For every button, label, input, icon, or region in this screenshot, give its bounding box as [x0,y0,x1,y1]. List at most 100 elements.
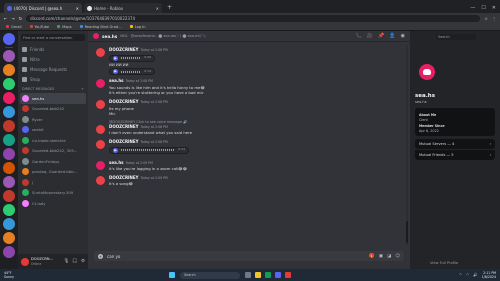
call-icon[interactable]: 📞 [356,33,362,39]
headphones-icon[interactable]: 🎧 [72,259,78,264]
add-dm-button[interactable]: + [81,87,84,91]
discord-app-icon[interactable] [274,272,281,278]
nav-friends[interactable]: Friends [18,44,88,54]
play-icon[interactable]: ▶ [113,69,118,75]
scrollbar-thumb[interactable] [406,221,408,243]
back-icon[interactable]: ← [4,16,7,21]
message-author[interactable]: DOOZCRINEY [109,124,139,129]
avatar[interactable] [96,99,105,109]
avatar[interactable] [96,124,105,134]
close-tab-icon[interactable]: ✕ [76,6,79,11]
mutual-servers-row[interactable]: Mutual Servers — 4 › [415,139,495,149]
avatar[interactable] [96,175,105,185]
message-author[interactable]: DOOZCRINEY [109,175,139,180]
voice-message[interactable]: ▶ 0:06 [109,54,155,62]
bookmark-reading[interactable]: Reading Bind Grad... [79,25,122,29]
nav-shop[interactable]: Shop [18,74,88,84]
server-icon[interactable] [3,204,15,216]
server-icon[interactable] [3,50,15,62]
profile-avatar[interactable] [416,61,438,83]
new-tab-button[interactable]: + [164,3,175,13]
avatar[interactable] [96,48,105,57]
reload-icon[interactable]: ↻ [19,16,22,21]
dm-item[interactable]: GardenFridays [18,156,88,167]
gif-icon[interactable]: ▣ [379,254,383,259]
nav-message-requests[interactable]: Message Requests [18,64,88,74]
voice-message[interactable]: ▶ 0:14 [109,68,155,76]
play-icon[interactable]: ▶ [113,55,118,61]
message-input[interactable]: can yo [107,254,365,259]
server-icon[interactable] [3,106,15,118]
server-icon[interactable] [3,120,15,132]
dm-item[interactable]: Ryzer [18,114,88,125]
server-icon[interactable] [3,92,15,104]
mutual-friends-row[interactable]: Mutual Friends — 5 › [415,150,495,160]
message-author[interactable]: sea.hs [109,78,124,83]
dm-item[interactable]: rui.blade.sketchie [18,135,88,146]
bookmark-youtube[interactable]: YouTube [29,25,49,29]
avatar[interactable] [96,160,105,170]
dm-item[interactable]: sea.hs [20,93,86,104]
attach-plus-icon[interactable]: + [98,253,103,259]
forward-icon[interactable]: → [11,16,14,21]
message-author[interactable]: DOOZCRINEY [109,99,139,104]
dm-item[interactable]: SuntoMoonestary.309 [18,188,88,199]
dm-item[interactable]: pandaq, Guarded-bbb... [18,167,88,178]
close-tab-icon[interactable]: ✕ [156,6,159,11]
chat-search-input[interactable]: Search [436,34,476,40]
dm-search-input[interactable]: Find or start a conversation [21,34,85,41]
view-full-profile-link[interactable]: View Full Profile [430,261,458,265]
add-friends-icon[interactable]: 👤 [389,33,395,39]
bookmark-login[interactable]: Log In [129,25,146,29]
voice-message[interactable]: ▶ 0:24 [109,146,189,154]
volume-icon[interactable]: 🔊 [473,273,477,277]
dm-item[interactable]: Guarded-bbb242, 305... [18,146,88,157]
settings-gear-icon[interactable]: ⚙ [81,259,85,264]
windows-start-icon[interactable] [168,272,175,278]
message-author[interactable]: DOOZCRINEY [109,139,139,144]
avatar[interactable] [21,257,29,266]
scrollbar-track[interactable] [406,45,408,245]
bookmark-maps[interactable]: Maps [57,25,72,29]
server-icon[interactable] [3,64,15,76]
dm-item[interactable]: sexbit [18,125,88,136]
gift-icon[interactable]: 🎁 [369,254,375,259]
server-icon[interactable] [3,232,15,244]
dm-item[interactable]: Guarded-bbb242 [18,104,88,115]
maximize-icon[interactable]: ☐ [481,5,485,11]
server-icon[interactable] [3,218,15,230]
minimize-icon[interactable]: — [470,5,475,11]
message-author[interactable]: DOOZCRINEY [109,47,139,52]
avatar[interactable] [96,139,105,149]
dm-item[interactable]: Ct-lady [18,198,88,209]
browser-tab-roblox[interactable]: Home - Roblox ✕ [84,3,162,13]
close-window-icon[interactable]: ✕ [492,5,496,11]
play-icon[interactable]: ▶ [113,147,118,153]
nav-nitro[interactable]: Nitro [18,54,88,64]
server-icon[interactable] [3,148,15,160]
app-icon[interactable] [284,272,291,278]
server-icon[interactable] [3,162,15,174]
server-icon[interactable] [3,134,15,146]
dm-item[interactable]: J [18,177,88,188]
avatar[interactable] [96,79,105,89]
emoji-icon[interactable]: ☺ [395,254,400,259]
weather-widget[interactable]: 44°F Sunny [4,271,14,279]
server-icon[interactable] [3,190,15,202]
wifi-icon[interactable]: ◠ [466,273,469,277]
chrome-icon[interactable] [264,272,271,278]
discord-home-icon[interactable] [3,33,15,45]
server-icon[interactable] [3,78,15,90]
task-view-icon[interactable] [244,272,251,278]
pin-icon[interactable]: 📌 [378,33,384,39]
bookmark-gmail[interactable]: Gmail [6,25,22,29]
server-icon[interactable] [3,246,15,258]
taskbar-search-input[interactable]: Search [179,271,240,279]
profile-menu-icon[interactable]: ⋮ [492,16,496,21]
profile-toggle-icon[interactable]: ◉ [401,33,405,39]
file-explorer-icon[interactable] [254,272,261,278]
url-field[interactable]: discord.com/channels/@me/103764839701002… [26,14,481,22]
bookmark-star-icon[interactable]: ☆ [484,16,488,21]
server-icon[interactable] [3,176,15,188]
system-clock[interactable]: 2:11 PM 1/8/2024 [482,271,496,279]
